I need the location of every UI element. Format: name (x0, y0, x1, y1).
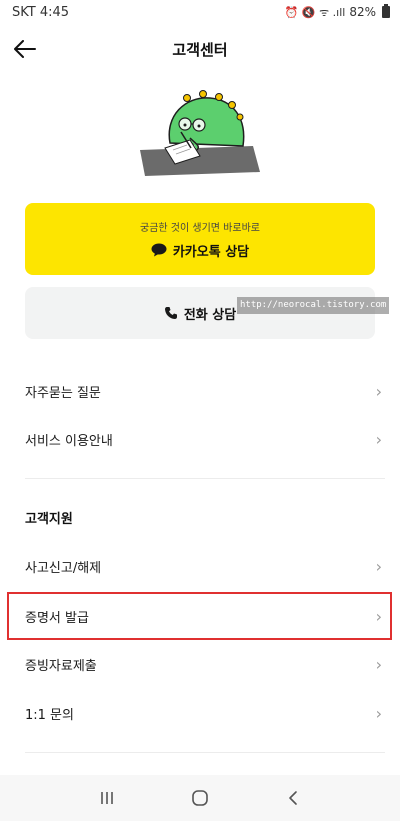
page-title: 고객센터 (172, 40, 228, 59)
phone-icon (164, 307, 177, 319)
back-icon (289, 791, 298, 805)
back-button[interactable] (10, 34, 40, 64)
nav-back-button[interactable] (273, 783, 313, 813)
recents-icon (100, 792, 113, 804)
chevron-right-icon: › (375, 556, 382, 576)
menu-item-accident-report[interactable]: 사고신고/해제 › (0, 542, 400, 590)
status-icons: ⏰ 🔇 ᯤ .ıll (284, 5, 346, 19)
menu-item-service-guide[interactable]: 서비스 이용안내 › (0, 415, 400, 463)
menu-item-label: 서비스 이용안내 (25, 433, 113, 449)
chevron-right-icon: › (375, 381, 382, 401)
phone-consult-label: 전화 상담 (183, 307, 237, 323)
recents-button[interactable] (87, 783, 127, 813)
chevron-right-icon: › (375, 654, 382, 674)
section-divider (25, 478, 385, 479)
menu-item-evidence-submit[interactable]: 증빙자료제출 › (0, 640, 400, 688)
menu-item-label: 자주묻는 질문 (25, 385, 101, 401)
menu-item-one-on-one[interactable]: 1:1 문의 › (0, 689, 400, 737)
system-nav-bar (0, 775, 400, 821)
speech-bubble-icon (151, 243, 167, 257)
kakaotalk-label-row: 카카오톡 상담 (151, 241, 249, 260)
kakaotalk-label: 카카오톡 상담 (172, 244, 250, 260)
battery-icon (382, 4, 390, 18)
carrier-time: SKT 4:45 (12, 4, 70, 20)
section-title-support: 고객지원 (25, 512, 73, 527)
home-button[interactable] (180, 783, 220, 813)
kakaotalk-subtitle: 궁금한 것이 생기면 바로바로 (140, 222, 260, 234)
menu-item-label: 증빙자료제출 (25, 658, 97, 674)
home-icon (192, 790, 208, 806)
status-indicators: ⏰ 🔇 ᯤ .ıll 82% (284, 4, 390, 20)
chevron-right-icon: › (375, 703, 382, 723)
arrow-left-icon (14, 40, 36, 58)
menu-item-faq[interactable]: 자주묻는 질문 › (0, 367, 400, 415)
dinosaur-illustration (140, 90, 260, 176)
status-bar: SKT 4:45 ⏰ 🔇 ᯤ .ıll 82% (0, 0, 400, 24)
section-divider (25, 752, 385, 753)
kakaotalk-consult-button[interactable]: 궁금한 것이 생기면 바로바로 카카오톡 상담 (25, 203, 375, 275)
menu-item-label: 사고신고/해제 (25, 560, 102, 576)
battery-percent: 82% (349, 5, 376, 19)
highlight-box (7, 592, 392, 640)
menu-item-label: 1:1 문의 (25, 707, 74, 723)
watermark-url: http://neorocal.tistory.com (237, 297, 390, 314)
chevron-right-icon: › (375, 429, 382, 449)
header: 고객센터 (0, 26, 400, 72)
